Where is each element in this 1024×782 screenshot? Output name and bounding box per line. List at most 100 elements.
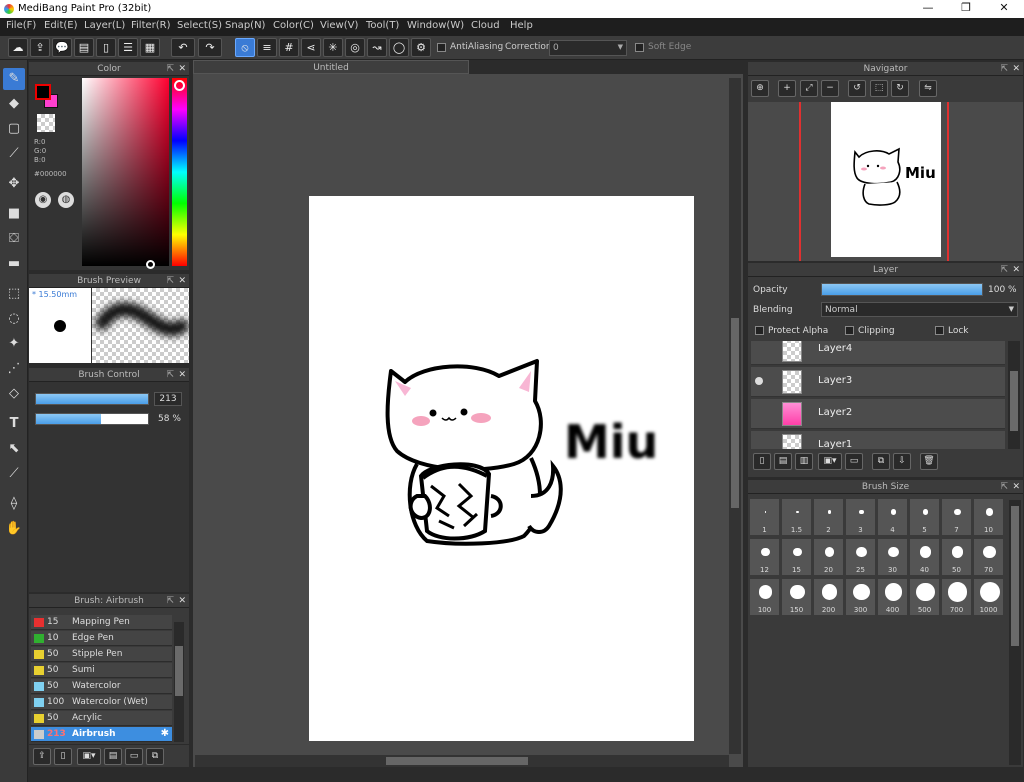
concentric-snap-icon[interactable]: ◎ bbox=[345, 38, 365, 57]
minimize-button[interactable]: — bbox=[917, 1, 939, 14]
perspective-snap-icon[interactable]: ⋖ bbox=[301, 38, 321, 57]
brush-size-cell[interactable]: 1.5 bbox=[781, 498, 812, 536]
brush-size-cell[interactable]: 12 bbox=[749, 538, 780, 576]
brush-item[interactable]: 50 Acrylic bbox=[31, 711, 172, 726]
zoom-in-icon[interactable]: + bbox=[778, 80, 796, 97]
close-icon[interactable]: ✕ bbox=[178, 274, 186, 288]
hue-slider[interactable] bbox=[172, 78, 187, 266]
palette-icon[interactable]: ◉ bbox=[35, 192, 51, 208]
brush-item[interactable]: 50 Watercolor bbox=[31, 679, 172, 694]
canvas-horizontal-scrollbar[interactable] bbox=[195, 755, 729, 767]
menu-cloud[interactable]: Cloud bbox=[471, 20, 500, 31]
cloud-icon[interactable]: ☁ bbox=[8, 38, 28, 57]
brush-size-cell[interactable]: 40 bbox=[909, 538, 940, 576]
operation-tool-icon[interactable]: ⬉ bbox=[3, 438, 25, 460]
lasso-tool-icon[interactable]: ◌ bbox=[3, 308, 25, 330]
gradient-tool-icon[interactable]: ▬ bbox=[3, 253, 25, 275]
new-halftone-layer-icon[interactable]: ▤ bbox=[774, 453, 792, 470]
layer-row[interactable]: Layer3 bbox=[751, 367, 1005, 397]
brush-size-cell[interactable]: 700 bbox=[941, 578, 972, 616]
brush-size-cell[interactable]: 200 bbox=[813, 578, 844, 616]
brush-size-cell[interactable]: 5 bbox=[909, 498, 940, 536]
scroll-thumb[interactable] bbox=[731, 318, 739, 508]
clipping-checkbox[interactable] bbox=[845, 326, 854, 335]
grid-snap-icon[interactable]: # bbox=[279, 38, 299, 57]
brush-size-cell[interactable]: 4 bbox=[877, 498, 908, 536]
folder-icon[interactable]: ▭ bbox=[845, 453, 863, 470]
close-icon[interactable]: ✕ bbox=[1012, 480, 1020, 494]
divide-tool-icon[interactable]: ⟋ bbox=[3, 463, 25, 485]
brush-size-cell[interactable]: 100 bbox=[749, 578, 780, 616]
menu-window[interactable]: Window(W) bbox=[407, 20, 464, 31]
menu-snap[interactable]: Snap(N) bbox=[225, 20, 265, 31]
layer-row[interactable]: Layer1 bbox=[751, 431, 1005, 449]
brush-item[interactable]: 10 Edge Pen bbox=[31, 631, 172, 646]
undock-icon[interactable]: ⇱ bbox=[166, 274, 174, 288]
menu-tool[interactable]: Tool(T) bbox=[366, 20, 399, 31]
brush-size-value[interactable]: 213 bbox=[154, 392, 182, 406]
scroll-thumb[interactable] bbox=[1010, 371, 1018, 431]
gear-icon[interactable]: ✱ bbox=[161, 728, 169, 739]
eye-icon[interactable] bbox=[755, 377, 763, 385]
rotate-right-icon[interactable]: ↻ bbox=[891, 80, 909, 97]
brush-size-cell[interactable]: 10 bbox=[973, 498, 1004, 536]
snap-settings-icon[interactable]: ⚙ bbox=[411, 38, 431, 57]
brush-item[interactable]: 15 Mapping Pen bbox=[31, 615, 172, 630]
brush-tool-icon[interactable]: ✎ bbox=[3, 68, 25, 90]
menu-filter[interactable]: Filter(R) bbox=[131, 20, 171, 31]
lock-checkbox[interactable] bbox=[935, 326, 944, 335]
brush-size-slider[interactable] bbox=[35, 393, 149, 405]
merge-down-icon[interactable]: ⇩ bbox=[893, 453, 911, 470]
brush-size-cell[interactable]: 25 bbox=[845, 538, 876, 576]
circle-snap-icon[interactable]: ◯ bbox=[389, 38, 409, 57]
page-list-icon[interactable]: ☰ bbox=[118, 38, 138, 57]
brush-size-cell[interactable]: 500 bbox=[909, 578, 940, 616]
select-pen-tool-icon[interactable]: ⋰ bbox=[3, 358, 25, 380]
new-layer-icon[interactable]: ▯ bbox=[753, 453, 771, 470]
soft-edge-checkbox[interactable] bbox=[635, 43, 644, 52]
brush-opacity-slider[interactable] bbox=[35, 413, 149, 425]
brush-size-scrollbar[interactable] bbox=[1009, 500, 1021, 765]
comment-icon[interactable]: 💬 bbox=[52, 38, 72, 57]
maximize-button[interactable]: ❐ bbox=[955, 1, 977, 14]
flip-icon[interactable]: ⇋ bbox=[919, 80, 937, 97]
duplicate-layer-icon[interactable]: ⧉ bbox=[872, 453, 890, 470]
speech-bubble-icon[interactable]: ▤ bbox=[74, 38, 94, 57]
blending-select[interactable]: Normal ▼ bbox=[821, 302, 1018, 317]
undo-icon[interactable]: ↶ bbox=[171, 38, 195, 57]
undock-icon[interactable]: ⇱ bbox=[166, 594, 174, 608]
undock-icon[interactable]: ⇱ bbox=[166, 62, 174, 76]
brush-size-cell[interactable]: 400 bbox=[877, 578, 908, 616]
close-icon[interactable]: ✕ bbox=[1012, 263, 1020, 277]
eyedropper-tool-icon[interactable]: ⟠ bbox=[3, 493, 25, 515]
zoom-icon[interactable]: ⊕ bbox=[751, 80, 769, 97]
page-icon[interactable]: ▯ bbox=[96, 38, 116, 57]
scroll-thumb[interactable] bbox=[1011, 506, 1019, 646]
palette-add-icon[interactable]: ◍ bbox=[58, 192, 74, 208]
select-eraser-tool-icon[interactable]: ◇ bbox=[3, 383, 25, 405]
brush-size-cell[interactable]: 15 bbox=[781, 538, 812, 576]
layer-list-scrollbar[interactable] bbox=[1008, 341, 1020, 449]
hue-cursor[interactable] bbox=[174, 80, 185, 91]
brush-item[interactable]: 50 Stipple Pen bbox=[31, 647, 172, 662]
menu-file[interactable]: File(F) bbox=[6, 20, 36, 31]
brush-item-selected[interactable]: 213 Airbrush ✱ bbox=[31, 727, 172, 742]
text-tool-icon[interactable]: T bbox=[3, 413, 25, 435]
protect-alpha-checkbox[interactable] bbox=[755, 326, 764, 335]
brush-size-cell[interactable]: 1000 bbox=[973, 578, 1004, 616]
menu-layer[interactable]: Layer(L) bbox=[84, 20, 125, 31]
zoom-out-icon[interactable]: − bbox=[821, 80, 839, 97]
brush-size-cell[interactable]: 70 bbox=[973, 538, 1004, 576]
close-icon[interactable]: ✕ bbox=[178, 62, 186, 76]
rotate-left-icon[interactable]: ↺ bbox=[848, 80, 866, 97]
undock-icon[interactable]: ⇱ bbox=[1000, 62, 1008, 76]
menu-view[interactable]: View(V) bbox=[320, 20, 358, 31]
close-icon[interactable]: ✕ bbox=[178, 368, 186, 382]
parallel-snap-icon[interactable]: ≡ bbox=[257, 38, 277, 57]
document-tab[interactable]: Untitled bbox=[193, 60, 469, 74]
folder-icon[interactable]: ▭ bbox=[125, 748, 143, 765]
layer-row[interactable]: Layer2 bbox=[751, 399, 1005, 429]
brush-size-cell[interactable]: 3 bbox=[845, 498, 876, 536]
primary-color-swatch[interactable] bbox=[35, 84, 51, 100]
share-icon[interactable]: ⇪ bbox=[30, 38, 50, 57]
